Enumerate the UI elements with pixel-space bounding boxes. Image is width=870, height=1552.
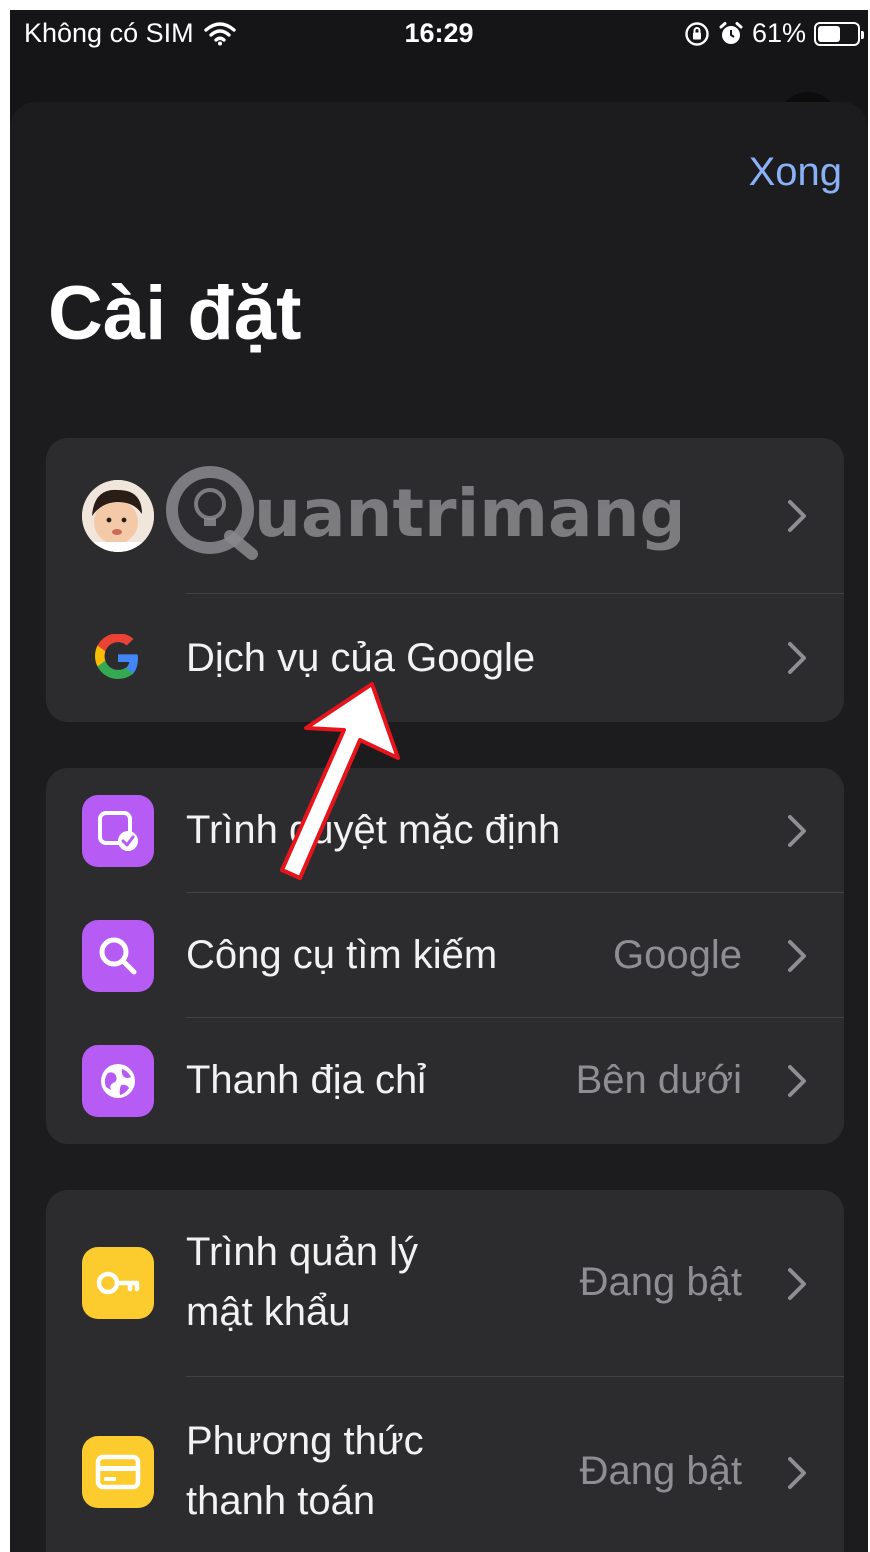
chevron-right-icon	[788, 500, 806, 532]
status-right: 61%	[684, 18, 864, 49]
address-bar-row[interactable]: Thanh địa chỉ Bên dưới	[46, 1018, 844, 1144]
payment-methods-label: Phương thức thanh toán	[186, 1411, 424, 1531]
search-icon	[82, 920, 154, 992]
done-button[interactable]: Xong	[749, 150, 842, 195]
browser-group: Trình duyệt mặc định Công cụ tìm kiếm Go…	[46, 768, 844, 1144]
watermark-text: uantrimang	[254, 475, 680, 552]
search-engine-value: Google	[613, 933, 742, 977]
globe-icon	[82, 1045, 154, 1117]
battery-icon	[814, 21, 864, 46]
screen: Không có SIM 16:29 61% Xong Cài đặt uant…	[10, 10, 868, 1552]
chevron-right-icon	[788, 1457, 806, 1489]
address-bar-label: Thanh địa chỉ	[186, 1058, 427, 1102]
address-bar-value: Bên dưới	[575, 1058, 742, 1102]
default-browser-icon	[82, 795, 154, 867]
chevron-right-icon	[788, 1065, 806, 1097]
payment-methods-row[interactable]: Phương thức thanh toán Đang bật	[46, 1377, 844, 1552]
settings-sheet: Xong Cài đặt uantrimang Dịch vụ của Goog…	[10, 102, 868, 1552]
password-manager-row[interactable]: Trình quản lý mật khẩu Đang bật	[46, 1190, 844, 1377]
password-manager-label-line1: Trình quản lý	[186, 1230, 418, 1274]
default-browser-label: Trình duyệt mặc định	[186, 808, 561, 852]
chevron-right-icon	[788, 642, 806, 674]
battery-percent: 61%	[751, 18, 806, 48]
credit-card-icon	[82, 1436, 154, 1508]
watermark-logo: uantrimang	[166, 466, 680, 560]
payment-methods-value: Đang bật	[579, 1449, 742, 1493]
chevron-right-icon	[788, 815, 806, 847]
search-engine-label: Công cụ tìm kiếm	[186, 933, 498, 977]
payment-methods-label-line1: Phương thức	[186, 1419, 424, 1463]
password-manager-label-line2: mật khẩu	[186, 1290, 351, 1334]
autofill-group: Trình quản lý mật khẩu Đang bật Phương t…	[46, 1190, 844, 1552]
account-group: uantrimang Dịch vụ của Google	[46, 438, 844, 722]
payment-methods-label-line2: thanh toán	[186, 1479, 376, 1523]
status-bar: Không có SIM 16:29 61%	[10, 10, 868, 56]
alarm-icon	[719, 21, 743, 44]
account-row[interactable]: uantrimang	[46, 438, 844, 594]
google-logo-icon	[82, 622, 154, 694]
chevron-right-icon	[788, 1268, 806, 1300]
password-manager-label: Trình quản lý mật khẩu	[186, 1222, 418, 1342]
key-icon	[82, 1247, 154, 1319]
password-manager-value: Đang bật	[579, 1260, 742, 1304]
chevron-right-icon	[788, 940, 806, 972]
page-title: Cài đặt	[48, 271, 302, 356]
avatar	[82, 480, 154, 552]
search-engine-row[interactable]: Công cụ tìm kiếm Google	[46, 893, 844, 1018]
google-services-row[interactable]: Dịch vụ của Google	[46, 594, 844, 722]
default-browser-row[interactable]: Trình duyệt mặc định	[46, 768, 844, 893]
orientation-lock-icon	[685, 21, 709, 46]
battery-level-fill	[818, 25, 840, 42]
google-services-label: Dịch vụ của Google	[186, 636, 536, 680]
